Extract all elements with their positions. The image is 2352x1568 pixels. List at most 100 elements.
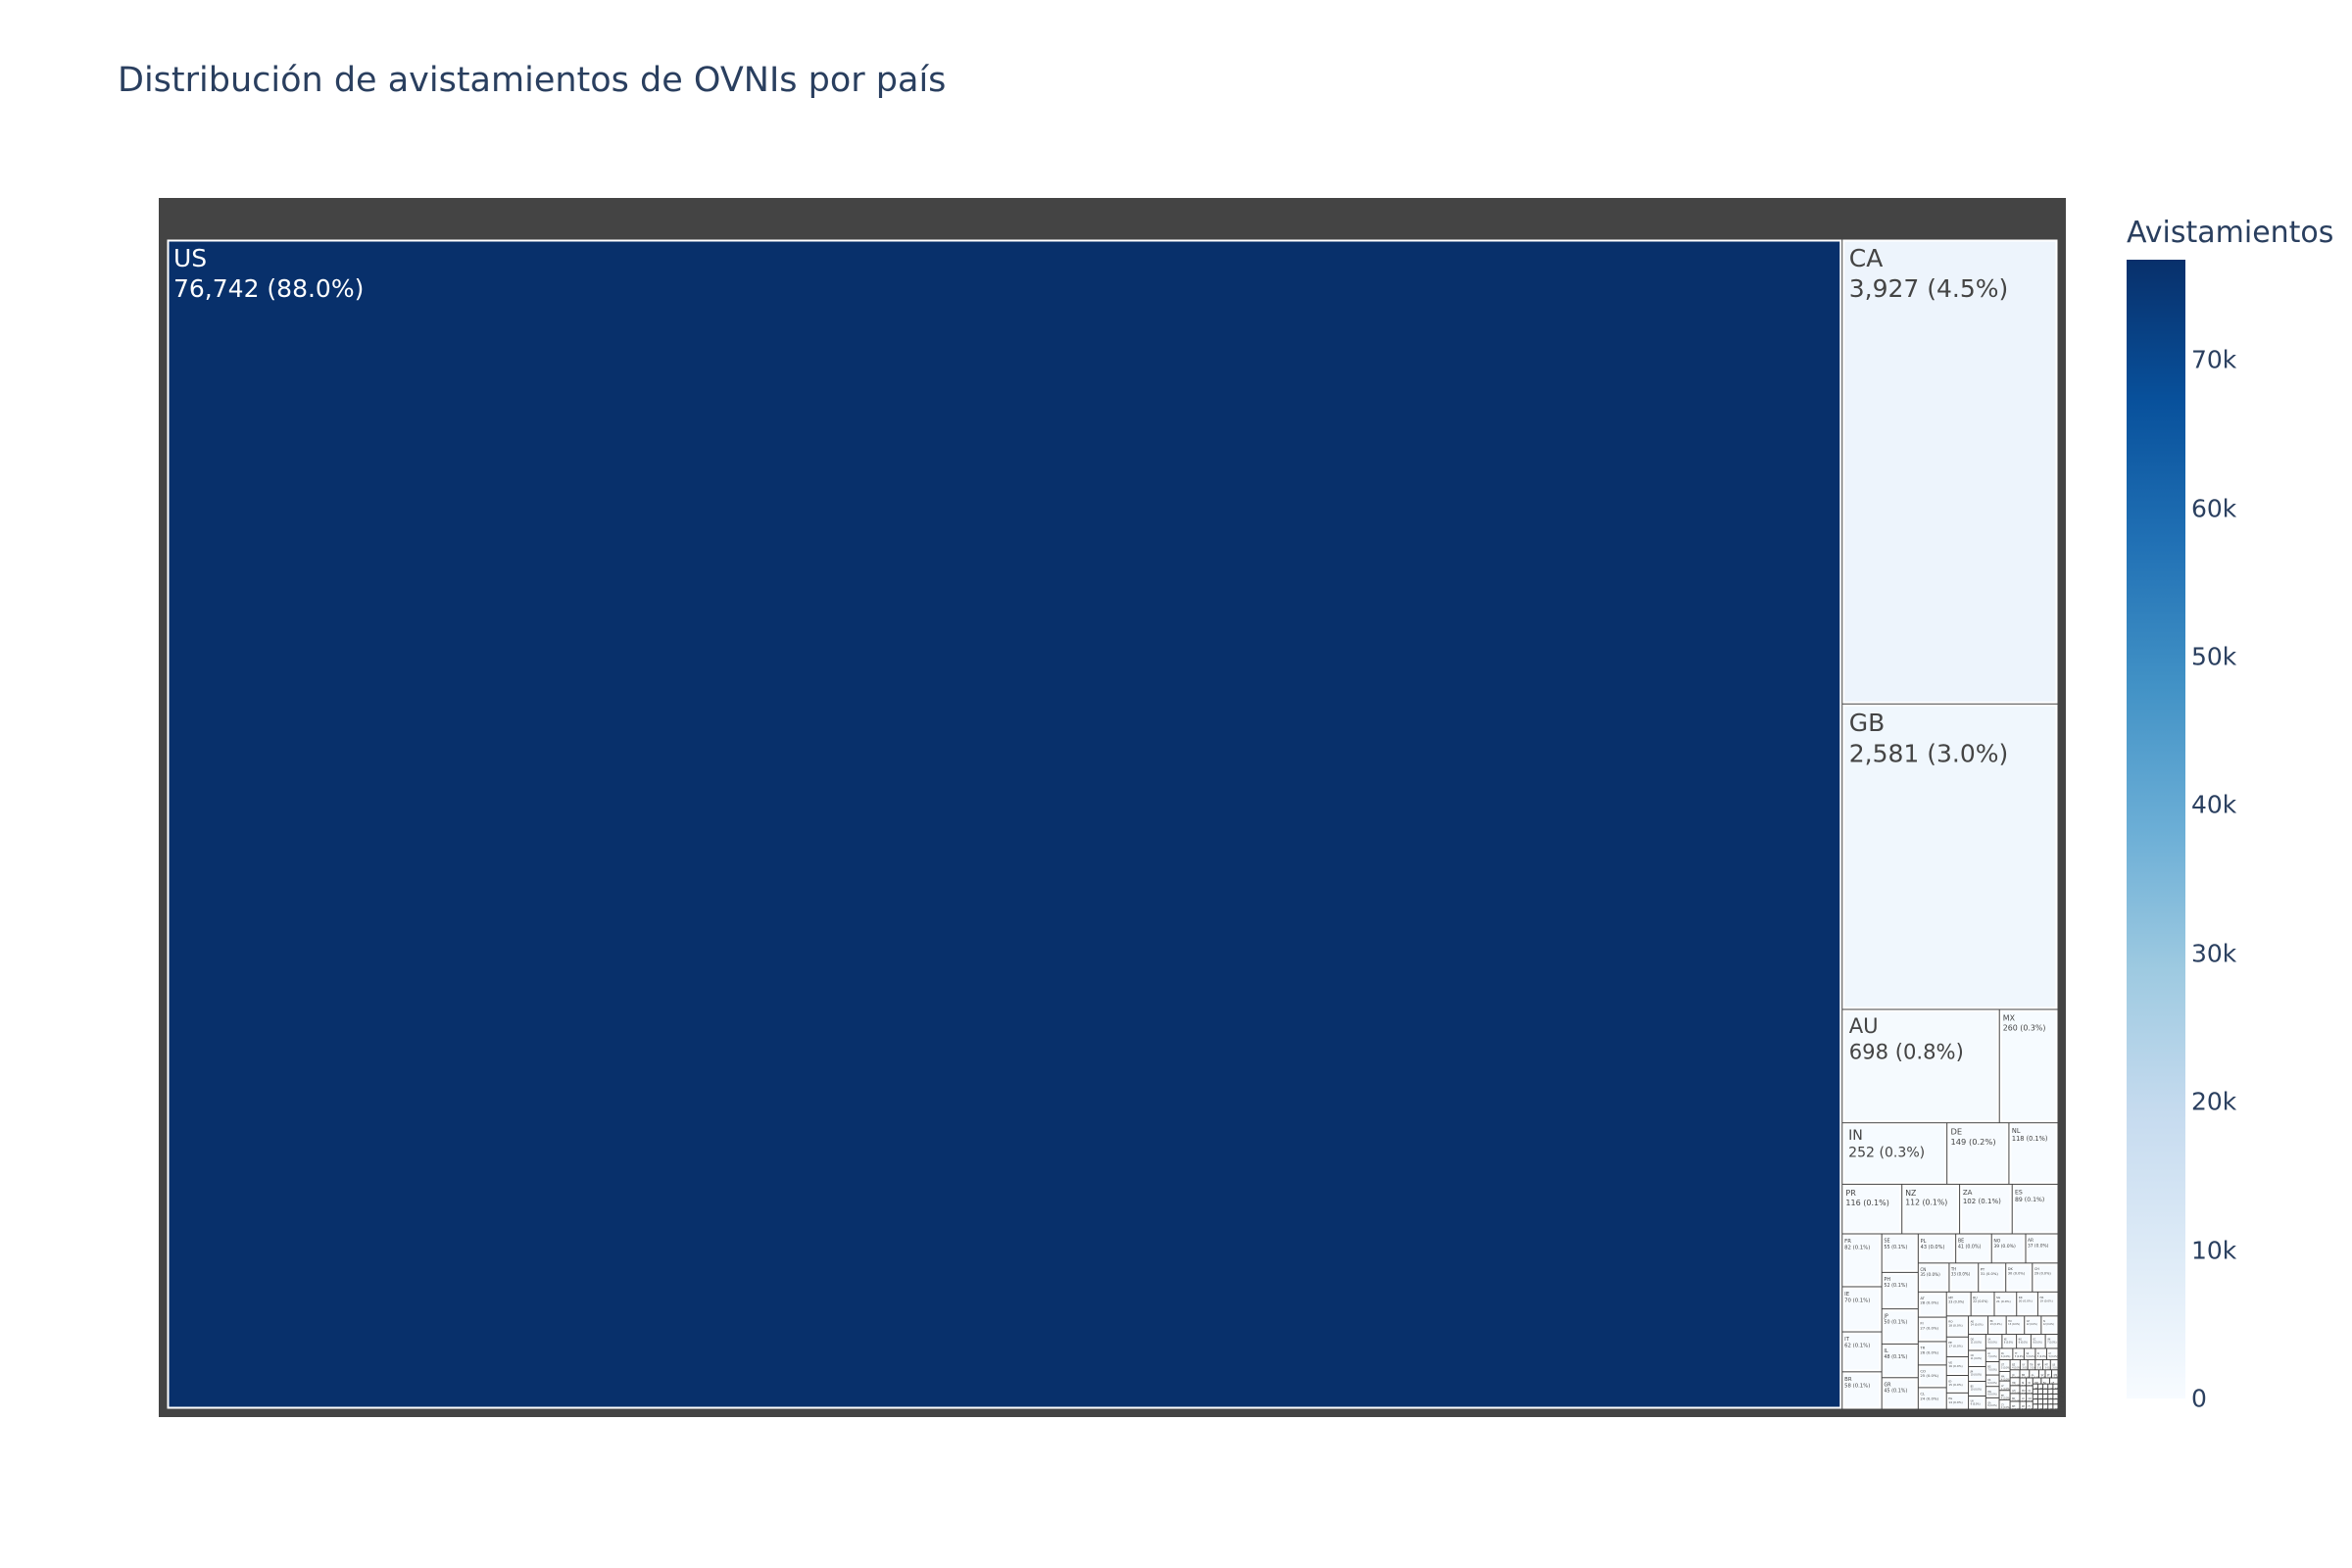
treemap-tile-ae[interactable]: AE14 (0.0%) — [1969, 1316, 1988, 1334]
treemap-tile-ar[interactable]: AR37 (0.0%) — [2026, 1234, 2058, 1263]
treemap-tile-tr[interactable]: TR26 (0.0%) — [1918, 1342, 1946, 1365]
treemap-tile-ru[interactable]: RU22 (0.0%) — [1971, 1292, 1994, 1316]
treemap-tile-value: 15 (0.0%) — [1948, 1383, 1962, 1387]
treemap-tile-tt[interactable]: TT5 (0.0%) — [2013, 1348, 2024, 1359]
treemap-tile-pt[interactable]: PT31 (0.0%) — [1979, 1263, 2006, 1292]
treemap-tile-ca[interactable]: CA3,927 (4.5%) — [1842, 239, 2058, 704]
treemap-tile-ch[interactable]: CH29 (0.0%) — [2033, 1263, 2058, 1292]
treemap-tile-pe[interactable]: PE17 (0.0%) — [1946, 1337, 1969, 1356]
treemap-tile-vn[interactable]: VN7 (0.0%) — [2045, 1334, 2058, 1348]
treemap-tile-ma[interactable]: MA4 (0.0%) — [1999, 1371, 2011, 1381]
treemap-tile-si[interactable]: SI5 (0.0%) — [2035, 1348, 2046, 1359]
treemap-tile-gt[interactable]: GT5 (0.0%) — [1999, 1359, 2011, 1371]
treemap-tile-ee[interactable]: EE4 (0.0%) — [1999, 1391, 2011, 1400]
treemap-tile-label: CA — [1849, 244, 1884, 272]
treemap-tile-br[interactable]: BR58 (0.1%) — [1842, 1372, 1882, 1409]
treemap-tile-dk[interactable]: DK30 (0.0%) — [2006, 1263, 2033, 1292]
treemap-tile-be[interactable]: BE41 (0.0%) — [1956, 1234, 1991, 1263]
treemap-tile-ro[interactable]: RO18 (0.0%) — [1946, 1316, 1969, 1337]
treemap-tile-kw[interactable]: KW6 (0.0%) — [1985, 1387, 1999, 1397]
treemap-tile-ie[interactable]: IE70 (0.1%) — [1842, 1287, 1882, 1332]
treemap-tile-label: US — [173, 244, 207, 272]
treemap-tile-fi[interactable]: FI27 (0.0%) — [1918, 1317, 1946, 1342]
treemap-tile-at[interactable]: AT28 (0.0%) — [1918, 1292, 1946, 1317]
treemap-tile-sg[interactable]: SG21 (0.0%) — [1994, 1292, 2017, 1316]
treemap-tile-ua[interactable]: UA9 (0.0%) — [1969, 1396, 1985, 1409]
treemap-tile-label: AR — [2028, 1238, 2034, 1244]
treemap-tile-us[interactable]: US76,742 (88.0%) — [167, 239, 1842, 1409]
colorbar-tick-label: 30k — [2191, 939, 2237, 968]
treemap-tile-lk[interactable]: LK7 (0.0%) — [1985, 1348, 1999, 1361]
treemap-tile-ke[interactable]: KE8 (0.0%) — [2002, 1334, 2017, 1348]
treemap-tile-value: 24 (0.0%) — [1920, 1396, 1938, 1400]
treemap-tile-cn[interactable]: CN35 (0.0%) — [1918, 1263, 1949, 1292]
treemap-tile-bs[interactable]: BS10 (0.0%) — [1969, 1381, 1985, 1396]
treemap-tile-value: 3,927 (4.5%) — [1849, 274, 2009, 303]
treemap-tile-pl[interactable]: PL43 (0.0%) — [1918, 1234, 1956, 1263]
treemap-tile-label: PL — [1921, 1239, 1927, 1245]
treemap-tile-do[interactable]: DO11 (0.0%) — [1969, 1334, 1985, 1350]
treemap-tile-za[interactable]: ZA102 (0.1%) — [1960, 1184, 2012, 1234]
treemap-tile-se[interactable]: SE55 (0.1%) — [1882, 1234, 1918, 1272]
treemap-tile-pa[interactable]: PA6 (0.0%) — [1999, 1348, 2013, 1359]
treemap-tile-sa[interactable]: SA9 (0.0%) — [1985, 1334, 2002, 1348]
treemap-tile-value: 4 (0.0%) — [2001, 1406, 2010, 1409]
treemap-tile-gb[interactable]: GB2,581 (3.0%) — [1842, 704, 2058, 1009]
treemap-tile-is[interactable]: IS12 (0.0%) — [2041, 1316, 2058, 1334]
treemap-tile-bg[interactable]: BG7 (0.0%) — [1985, 1361, 1999, 1375]
treemap-tile-rect[interactable] — [1882, 1344, 1918, 1378]
treemap-tile-rect[interactable] — [167, 239, 1842, 1409]
treemap-tile-label: PR — [1845, 1189, 1856, 1198]
treemap-tile-rect[interactable] — [1842, 239, 2058, 704]
treemap-chart[interactable]: US76,742 (88.0%)CA3,927 (4.5%)GB2,581 (3… — [0, 0, 2352, 1568]
treemap-tile-il[interactable]: IL48 (0.1%) — [1882, 1344, 1918, 1378]
treemap-tile-th[interactable]: TH33 (0.0%) — [1949, 1263, 1979, 1292]
treemap-tile-no[interactable]: NO39 (0.0%) — [1991, 1234, 2026, 1263]
treemap-tile-co[interactable]: CO25 (0.0%) — [1918, 1365, 1946, 1388]
treemap-tile-value: 35 (0.0%) — [1920, 1272, 1940, 1277]
treemap-tile-lv[interactable]: LV4 (0.0%) — [1999, 1381, 2011, 1391]
treemap-tile-nl[interactable]: NL118 (0.1%) — [2009, 1123, 2058, 1184]
treemap-tile-kr[interactable]: KR20 (0.0%) — [2017, 1292, 2037, 1316]
treemap-tile-hu[interactable]: HU13 (0.0%) — [2006, 1316, 2025, 1334]
treemap-tile-pr[interactable]: PR116 (0.1%) — [1842, 1184, 1902, 1234]
treemap-tile-label: GB — [1849, 709, 1886, 737]
treemap-tile-cl[interactable]: CL24 (0.0%) — [1918, 1388, 1946, 1409]
treemap-tile-value: 31 (0.0%) — [1981, 1272, 1999, 1276]
treemap-tile-rs[interactable]: RS6 (0.0%) — [1985, 1375, 1999, 1387]
treemap-tile-value: 76,742 (88.0%) — [173, 274, 364, 303]
treemap-tile-value: 82 (0.1%) — [1844, 1246, 1870, 1251]
treemap-tile-cr[interactable]: CR11 (0.0%) — [1969, 1350, 1985, 1366]
treemap-tile-hr[interactable]: HR19 (0.0%) — [2037, 1292, 2058, 1316]
treemap-tile-au[interactable]: AU698 (0.8%) — [1842, 1009, 1999, 1123]
treemap-tile-it[interactable]: IT62 (0.1%) — [1842, 1332, 1882, 1372]
treemap-tile-value: 6 (0.0%) — [1987, 1382, 1996, 1385]
treemap-tile-cz[interactable]: CZ12 (0.0%) — [2025, 1316, 2041, 1334]
treemap-tile-ve[interactable]: VE16 (0.0%) — [1946, 1356, 1969, 1376]
treemap-tile-my[interactable]: MY23 (0.0%) — [1946, 1292, 1971, 1316]
treemap-tile-id[interactable]: ID15 (0.0%) — [1946, 1376, 1969, 1393]
treemap-tile-eg[interactable]: EG14 (0.0%) — [1946, 1393, 1969, 1409]
treemap-tile-pk[interactable]: PK13 (0.0%) — [1988, 1316, 2006, 1334]
treemap-tile-gr[interactable]: GR45 (0.1%) — [1882, 1378, 1918, 1409]
treemap-tile-cy[interactable]: CY4 (0.0%) — [1999, 1399, 2011, 1409]
treemap-tile-value: 89 (0.1%) — [2015, 1197, 2044, 1203]
treemap-tile-ec[interactable]: EC8 (0.0%) — [2031, 1334, 2045, 1348]
treemap-tile-ph[interactable]: PH52 (0.1%) — [1882, 1272, 1918, 1309]
treemap-tile-es[interactable]: ES89 (0.1%) — [2012, 1184, 2058, 1234]
treemap-tile-fr[interactable]: FR82 (0.1%) — [1842, 1234, 1882, 1287]
treemap-tile-jm[interactable]: JM10 (0.0%) — [1969, 1366, 1985, 1381]
treemap-tile-qa[interactable]: QA6 (0.0%) — [1985, 1397, 1999, 1409]
treemap-tile-de[interactable]: DE149 (0.2%) — [1947, 1123, 2009, 1184]
treemap-tile-mx[interactable]: MX260 (0.3%) — [1999, 1009, 2058, 1123]
treemap-tile-sk[interactable]: SK5 (0.0%) — [2024, 1348, 2035, 1359]
treemap-tile-nz[interactable]: NZ112 (0.1%) — [1902, 1184, 1960, 1234]
treemap-tile-value: 13 (0.0%) — [1990, 1323, 2002, 1326]
treemap-tile-ng[interactable]: NG8 (0.0%) — [2017, 1334, 2031, 1348]
treemap-tile-value: 16 (0.0%) — [1948, 1364, 1962, 1368]
treemap-tile-jp[interactable]: JP50 (0.1%) — [1882, 1309, 1918, 1344]
treemap-tile-lt[interactable]: LT5 (0.0%) — [2046, 1348, 2058, 1359]
treemap-tile-value: 4 (0.0%) — [2001, 1397, 2010, 1400]
treemap-tile-in[interactable]: IN 252 (0.3%) — [1842, 1123, 1947, 1184]
treemap-tile-value: 149 (0.2%) — [1950, 1137, 1995, 1147]
